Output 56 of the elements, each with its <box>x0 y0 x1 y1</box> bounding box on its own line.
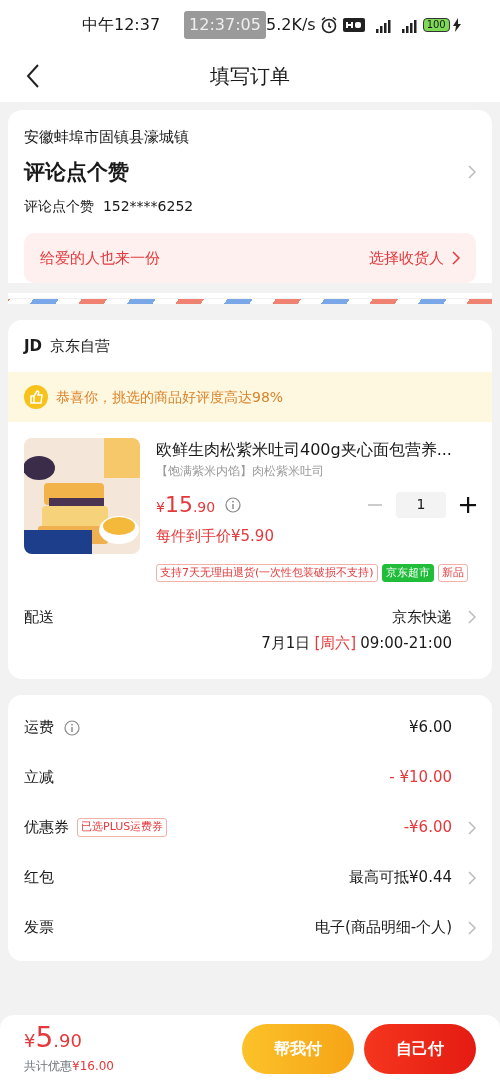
status-time: 中午12:37 <box>82 14 161 36</box>
coupon-tag: 已选PLUS运费券 <box>77 818 168 837</box>
fee-label: 运费 <box>24 717 54 739</box>
chevron-icon[interactable] <box>468 920 476 935</box>
hd-icon <box>342 18 365 32</box>
fee-label: 立减 <box>24 767 54 789</box>
delivery-weekday: [周六] <box>314 633 357 654</box>
address-region: 安徽蚌埠市固镇县濠城镇 <box>24 127 190 148</box>
gift-text: 给爱的人也来一份 <box>40 247 160 269</box>
product-subtitle: 【饱满紫米内馅】肉松紫米吐司 <box>156 463 325 480</box>
delivery-date: 7月1日 <box>261 633 311 654</box>
charging-icon <box>452 18 461 32</box>
chevron-icon[interactable] <box>452 251 460 265</box>
fee-label: 红包 <box>24 867 54 889</box>
fee-label: 发票 <box>24 917 54 939</box>
product-title: 欧鲜生肉松紫米吐司400g夹心面包营养... <box>156 439 453 461</box>
total-price: ¥5.90 <box>24 1023 83 1056</box>
delivery-label: 配送 <box>24 606 54 628</box>
praise-text: 恭喜你，挑选的商品好评度高达98% <box>56 387 284 407</box>
fee-value: ¥6.00 <box>409 717 452 739</box>
fee-value: - ¥10.00 <box>389 767 452 789</box>
fee-value: 最高可抵¥0.44 <box>349 867 452 889</box>
gift-banner[interactable]: 给爱的人也来一份 选择收货人 <box>24 233 476 283</box>
gift-action: 选择收货人 <box>369 247 444 269</box>
alarm-icon <box>319 16 338 34</box>
delivery-carrier[interactable]: 京东快递 <box>392 605 452 628</box>
chevron-icon[interactable] <box>468 164 476 179</box>
fee-label: 优惠券 <box>24 817 69 839</box>
network-speed: 5.2K/s <box>265 14 316 36</box>
product-price: ¥15.90 <box>156 491 216 519</box>
product-tag: 新品 <box>437 563 468 582</box>
page-title: 填写订单 <box>210 63 290 90</box>
quantity-field[interactable]: 1 <box>396 491 446 518</box>
recipient-contact: 评论点个赞 152****6252 <box>24 197 194 216</box>
pay-button[interactable]: 自己付 <box>364 1024 476 1074</box>
plus-icon[interactable] <box>460 496 476 513</box>
fee-value: 电子(商品明细-个人) <box>314 917 452 939</box>
shop-logo: JD <box>24 335 43 357</box>
unit-price: 每件到手价¥5.90 <box>156 526 275 547</box>
chevron-icon[interactable] <box>468 870 476 885</box>
info-icon[interactable] <box>64 719 80 736</box>
chevron-icon[interactable] <box>468 609 476 624</box>
thumbs-up-icon <box>24 385 48 409</box>
product-tag: 支持7天无理由退货(一次性包装破损不支持) <box>156 563 378 582</box>
battery-level: 100 <box>422 18 450 32</box>
delivery-time: 09:00-21:00 <box>360 633 452 654</box>
product-tag: 京东超市 <box>381 563 434 582</box>
chevron-icon[interactable] <box>468 820 476 835</box>
back-icon[interactable] <box>26 63 40 89</box>
recording-timestamp: 12:37:05 <box>184 11 266 39</box>
savings-label: 共计优惠 <box>24 1058 72 1075</box>
fee-value: -¥6.00 <box>403 817 452 839</box>
savings-amount: ¥16.00 <box>72 1058 114 1075</box>
info-icon[interactable] <box>225 496 242 513</box>
recipient-name: 评论点个赞 <box>24 158 130 186</box>
shop-name: 京东自营 <box>50 335 111 357</box>
